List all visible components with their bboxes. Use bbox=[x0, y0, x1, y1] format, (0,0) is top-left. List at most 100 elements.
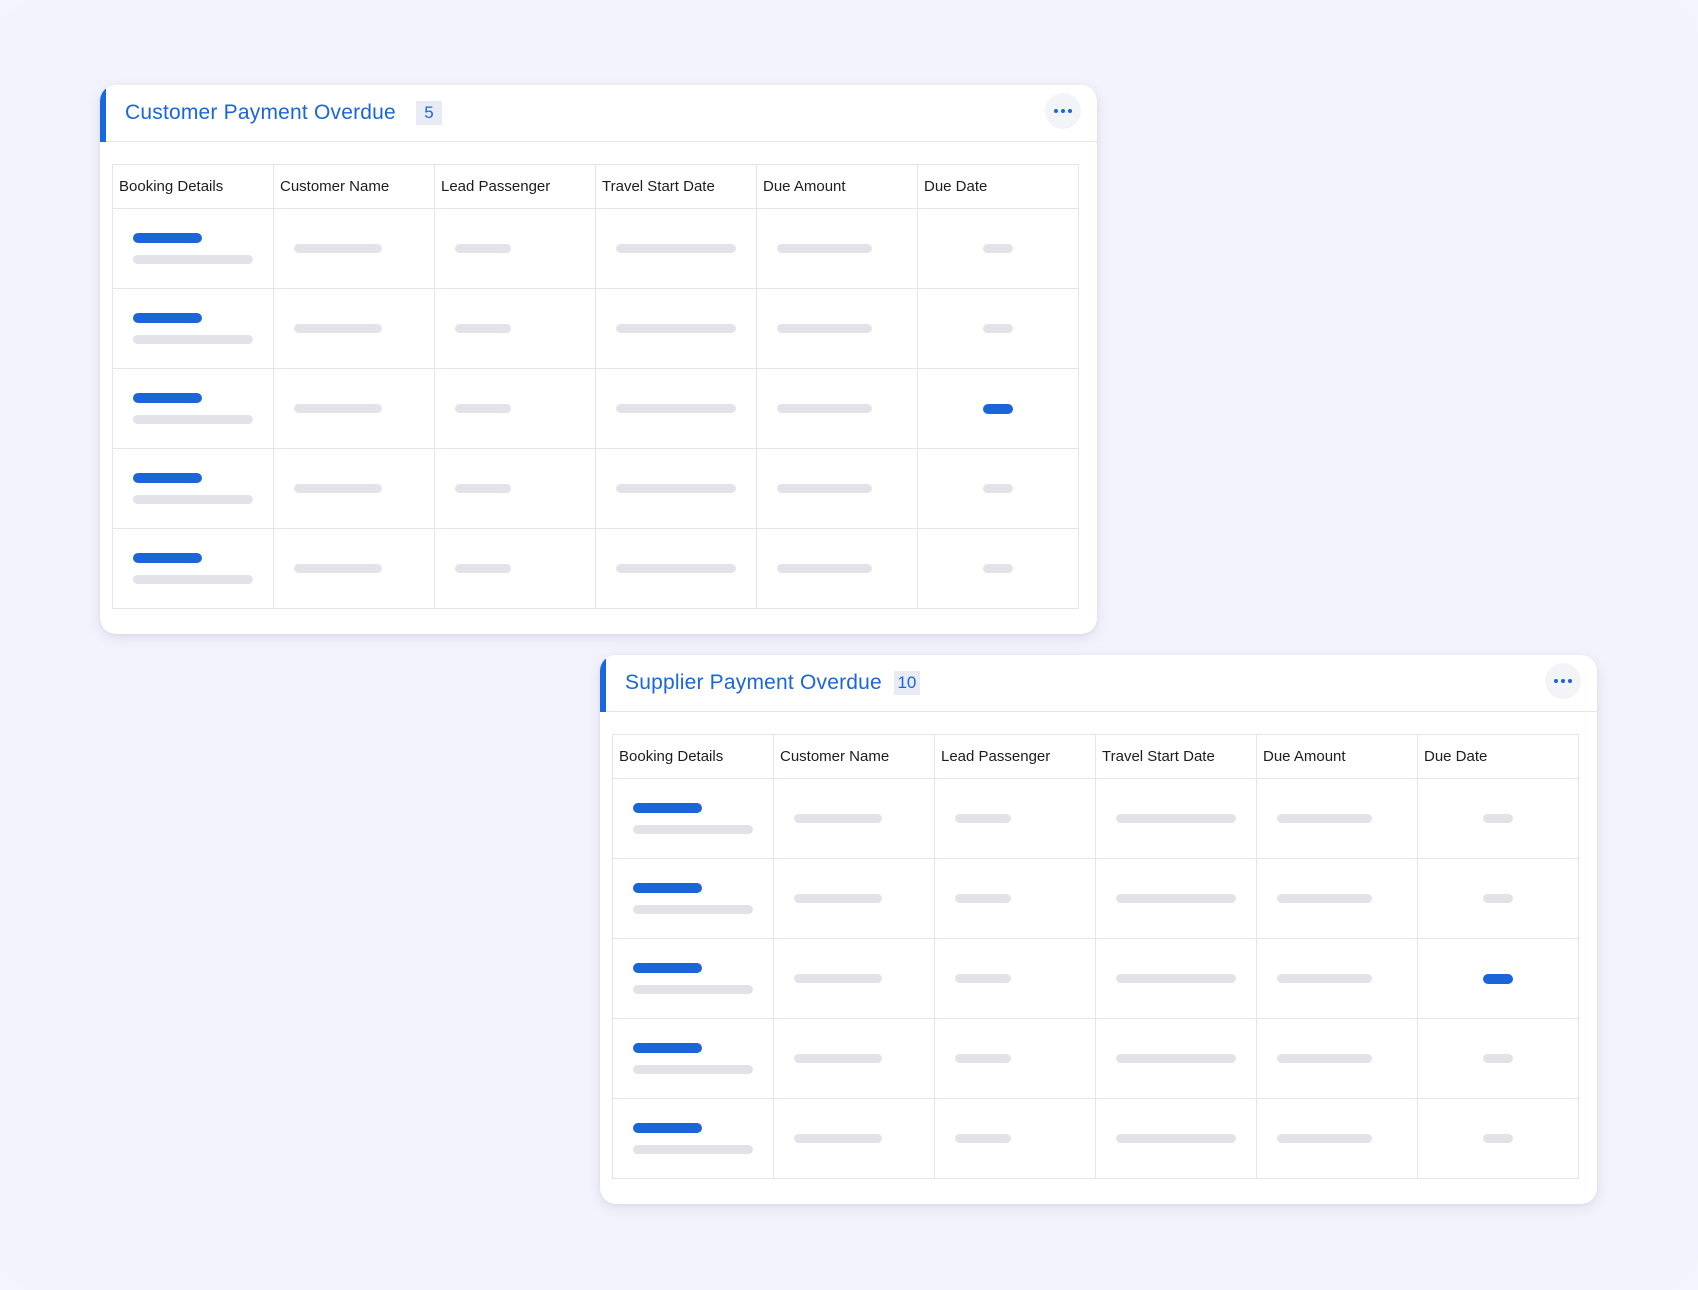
travel-start-date-cell bbox=[1095, 1018, 1257, 1099]
lead-passenger-cell bbox=[934, 938, 1096, 1019]
text-placeholder bbox=[777, 404, 872, 413]
column-header-travel-start-date[interactable]: Travel Start Date bbox=[1095, 734, 1257, 779]
due-amount-cell bbox=[1256, 938, 1418, 1019]
due-amount-cell bbox=[756, 448, 918, 529]
booking-reference-placeholder[interactable] bbox=[133, 553, 202, 563]
text-placeholder bbox=[955, 974, 1011, 983]
table-row[interactable] bbox=[112, 288, 1079, 369]
due-date-cell bbox=[1417, 938, 1579, 1019]
table-row[interactable] bbox=[112, 448, 1079, 529]
due-amount-cell bbox=[1256, 1098, 1418, 1179]
travel-start-date-cell bbox=[595, 368, 757, 449]
text-placeholder bbox=[1116, 894, 1236, 903]
text-placeholder bbox=[616, 564, 736, 573]
text-placeholder bbox=[1116, 1054, 1236, 1063]
column-header-booking-details[interactable]: Booking Details bbox=[112, 164, 274, 209]
table-row[interactable] bbox=[612, 938, 1579, 1019]
due-amount-cell bbox=[756, 288, 918, 369]
table-row[interactable] bbox=[112, 528, 1079, 609]
more-options-button[interactable] bbox=[1045, 93, 1081, 129]
booking-details-cell[interactable] bbox=[612, 858, 774, 939]
text-placeholder bbox=[794, 894, 882, 903]
travel-start-date-cell bbox=[595, 528, 757, 609]
booking-reference-placeholder[interactable] bbox=[133, 393, 202, 403]
due-date-cell bbox=[917, 448, 1079, 529]
text-placeholder bbox=[455, 244, 511, 253]
due-date-cell bbox=[1417, 778, 1579, 859]
text-placeholder bbox=[983, 484, 1013, 493]
booking-info-placeholder bbox=[633, 1145, 753, 1154]
booking-info-placeholder bbox=[133, 335, 253, 344]
booking-reference-placeholder[interactable] bbox=[633, 1043, 702, 1053]
text-placeholder bbox=[794, 974, 882, 983]
text-placeholder bbox=[1483, 1054, 1513, 1063]
more-options-button[interactable] bbox=[1545, 663, 1581, 699]
text-placeholder bbox=[983, 324, 1013, 333]
column-header-lead-passenger[interactable]: Lead Passenger bbox=[934, 734, 1096, 779]
column-header-due-date[interactable]: Due Date bbox=[1417, 734, 1579, 779]
text-placeholder bbox=[1277, 1134, 1372, 1143]
table-row[interactable] bbox=[612, 1098, 1579, 1179]
booking-details-cell[interactable] bbox=[112, 288, 274, 369]
customer-name-cell bbox=[773, 1018, 935, 1099]
due-date-highlight-placeholder bbox=[983, 404, 1013, 414]
booking-details-cell[interactable] bbox=[612, 778, 774, 859]
booking-info-placeholder bbox=[633, 1065, 753, 1074]
booking-reference-placeholder[interactable] bbox=[633, 1123, 702, 1133]
column-header-due-date[interactable]: Due Date bbox=[917, 164, 1079, 209]
booking-info-placeholder bbox=[133, 575, 253, 584]
booking-reference-placeholder[interactable] bbox=[633, 883, 702, 893]
customer-name-cell bbox=[273, 368, 435, 449]
more-horizontal-icon bbox=[1053, 108, 1073, 114]
booking-details-cell[interactable] bbox=[612, 1098, 774, 1179]
booking-details-cell[interactable] bbox=[112, 448, 274, 529]
table-row[interactable] bbox=[112, 208, 1079, 289]
text-placeholder bbox=[616, 484, 736, 493]
text-placeholder bbox=[294, 244, 382, 253]
due-amount-cell bbox=[1256, 858, 1418, 939]
column-header-due-amount[interactable]: Due Amount bbox=[756, 164, 918, 209]
text-placeholder bbox=[955, 1134, 1011, 1143]
booking-info-placeholder bbox=[133, 415, 253, 424]
lead-passenger-cell bbox=[434, 448, 596, 529]
accent-bar bbox=[600, 655, 606, 712]
booking-reference-placeholder[interactable] bbox=[633, 963, 702, 973]
text-placeholder bbox=[955, 814, 1011, 823]
table-row[interactable] bbox=[612, 1018, 1579, 1099]
column-header-customer-name[interactable]: Customer Name bbox=[273, 164, 435, 209]
booking-details-cell[interactable] bbox=[612, 1018, 774, 1099]
text-placeholder bbox=[616, 324, 736, 333]
overdue-table: Booking Details Customer Name Lead Passe… bbox=[612, 734, 1579, 1179]
booking-reference-placeholder[interactable] bbox=[133, 233, 202, 243]
booking-details-cell[interactable] bbox=[612, 938, 774, 1019]
booking-reference-placeholder[interactable] bbox=[633, 803, 702, 813]
booking-info-placeholder bbox=[133, 495, 253, 504]
column-header-customer-name[interactable]: Customer Name bbox=[773, 734, 935, 779]
lead-passenger-cell bbox=[934, 1018, 1096, 1099]
column-header-travel-start-date[interactable]: Travel Start Date bbox=[595, 164, 757, 209]
column-header-booking-details[interactable]: Booking Details bbox=[612, 734, 774, 779]
text-placeholder bbox=[777, 244, 872, 253]
due-amount-cell bbox=[756, 368, 918, 449]
text-placeholder bbox=[983, 244, 1013, 253]
column-header-due-amount[interactable]: Due Amount bbox=[1256, 734, 1418, 779]
column-header-lead-passenger[interactable]: Lead Passenger bbox=[434, 164, 596, 209]
table-row[interactable] bbox=[612, 858, 1579, 939]
table-row[interactable] bbox=[612, 778, 1579, 859]
text-placeholder bbox=[294, 484, 382, 493]
text-placeholder bbox=[1116, 1134, 1236, 1143]
booking-details-cell[interactable] bbox=[112, 368, 274, 449]
booking-reference-placeholder[interactable] bbox=[133, 473, 202, 483]
text-placeholder bbox=[294, 324, 382, 333]
booking-reference-placeholder[interactable] bbox=[133, 313, 202, 323]
customer-name-cell bbox=[773, 778, 935, 859]
booking-details-cell[interactable] bbox=[112, 208, 274, 289]
text-placeholder bbox=[1277, 814, 1372, 823]
text-placeholder bbox=[455, 564, 511, 573]
lead-passenger-cell bbox=[934, 1098, 1096, 1179]
text-placeholder bbox=[955, 1054, 1011, 1063]
booking-details-cell[interactable] bbox=[112, 528, 274, 609]
travel-start-date-cell bbox=[1095, 778, 1257, 859]
text-placeholder bbox=[1116, 974, 1236, 983]
table-row[interactable] bbox=[112, 368, 1079, 449]
